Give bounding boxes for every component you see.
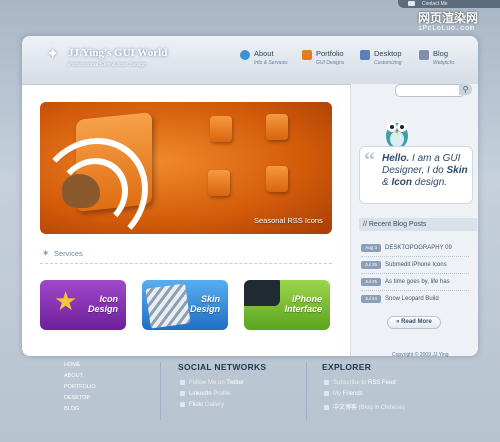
intro-speech-bubble: “ Hello. I am a GUI Designer, I do Skin …	[359, 146, 473, 204]
blog-post-item[interactable]: Jul 25 Submedit iPhone Icons	[361, 261, 447, 269]
social-link-twitter[interactable]: Follow Me on Twitter	[180, 380, 244, 386]
social-link-linkedin[interactable]: LinkedIn Profile	[180, 391, 230, 397]
nav-about-label: About	[254, 49, 274, 58]
star-ribbon-icon: ★	[54, 286, 78, 316]
watermark-text: 网页渲染网	[418, 11, 479, 25]
copyright-text: Copyright © 2009 JJ.Ying	[392, 352, 449, 358]
portfolio-icon	[302, 50, 312, 60]
rss-leaf-icon	[208, 170, 230, 196]
footer-nav-about[interactable]: ABOUT	[64, 373, 83, 379]
tile-skin-design-label: Skin Design	[189, 294, 220, 314]
social-link-flickr[interactable]: Flickr Gallery	[180, 402, 224, 408]
post-title: As time goes by, life has	[385, 279, 450, 285]
social-networks-heading: SOCIAL NETWORKS	[178, 362, 267, 372]
watermark-url: iPcLoLuo.com	[418, 25, 475, 33]
read-more-button[interactable]: » Read More	[387, 316, 441, 329]
post-divider	[361, 273, 469, 274]
mail-icon	[408, 1, 415, 6]
contact-label: Contact Me	[422, 1, 448, 7]
nav-blog-label: Blog	[433, 49, 449, 58]
tile-skin-design[interactable]: Skin Design	[142, 280, 228, 330]
recent-posts-heading: // Recent Blog Posts	[359, 218, 477, 231]
post-divider	[361, 256, 469, 257]
post-date-badge: Jul 25	[361, 278, 381, 286]
skin-layers-icon	[145, 283, 191, 329]
services-divider	[40, 263, 332, 264]
services-heading: Services	[54, 249, 83, 258]
logo-star-icon: ✦	[46, 46, 60, 63]
footer-nav-portfolio[interactable]: PORTFOLIO	[64, 384, 96, 390]
explorer-link-rss[interactable]: Subscribe to RSS Feed	[324, 380, 396, 386]
sidebar: ⚲ “ Hello. I am a GUI Designer, I do Ski…	[350, 84, 478, 356]
featured-banner[interactable]: Seasonal RSS Icons	[40, 102, 332, 234]
main-panel: ✦ JJ.Ying's GUI World Professional Skin …	[22, 36, 478, 356]
footer-nav-blog[interactable]: BLOG	[64, 406, 79, 412]
search-button[interactable]: ⚲	[459, 84, 472, 95]
post-title: Snow Leopard Build	[385, 296, 439, 302]
banner-caption: Seasonal RSS Icons	[254, 216, 323, 225]
site-title[interactable]: JJ.Ying's GUI World	[68, 47, 167, 59]
post-date-badge: Jul 25	[361, 261, 381, 269]
tile-iphone-interface[interactable]: iPhone Interface	[244, 280, 330, 330]
nav-desktop-label: Desktop	[374, 49, 402, 58]
contact-me-tab[interactable]: Contact Me	[398, 0, 500, 8]
footer-nav-home[interactable]: HOME	[64, 362, 81, 368]
squirrel-illustration	[62, 174, 100, 208]
post-title: DESKTOPOGRAPHY 09	[385, 245, 452, 251]
post-date-badge: Jul 24	[361, 295, 381, 303]
flickr-icon	[180, 402, 185, 407]
rss-autumn-icon	[210, 116, 232, 142]
blog-icon	[419, 50, 429, 60]
nav-about-sub: Info & Services	[254, 60, 288, 66]
blog-post-item[interactable]: Aug 3 DESKTOPOGRAPHY 09	[361, 244, 452, 252]
info-icon	[240, 50, 250, 60]
quote-mark-icon: “	[364, 147, 375, 172]
owl-mascot-icon	[386, 122, 408, 149]
explorer-link-chinese-blog[interactable]: 中文博客 (Blog in Chinese)	[324, 402, 405, 411]
footer-divider	[160, 362, 161, 420]
footer-nav-desktop[interactable]: DESKTOP	[64, 395, 90, 401]
explorer-heading: EXPLORER	[322, 362, 372, 372]
post-title: Submedit iPhone Icons	[385, 262, 447, 268]
rss-santa-icon	[266, 114, 288, 140]
nav-portfolio-sub: GUI Designs	[316, 60, 345, 66]
tile-icon-design[interactable]: ★ Icon Design	[40, 280, 126, 330]
site-subtitle: Professional Skin & Icon Design	[68, 62, 147, 68]
nav-desktop-sub: Customizing	[374, 60, 402, 66]
site-header: ✦ JJ.Ying's GUI World Professional Skin …	[22, 36, 478, 85]
footer-divider	[306, 362, 307, 420]
search-icon: ⚲	[462, 85, 469, 94]
intro-text: Hello. I am a GUI Designer, I do Skin & …	[382, 153, 468, 188]
blog-post-item[interactable]: Jul 25 As time goes by, life has	[361, 278, 450, 286]
friends-icon	[324, 391, 329, 396]
twitter-icon	[180, 380, 185, 385]
tile-icon-design-label: Icon Design	[87, 294, 118, 314]
post-date-badge: Aug 3	[361, 244, 381, 252]
desktop-icon	[360, 50, 370, 60]
post-divider	[361, 290, 469, 291]
rss-snowman-icon	[266, 166, 288, 192]
tile-iphone-interface-label: iPhone Interface	[284, 294, 322, 314]
services-star-icon: ✶	[42, 248, 50, 258]
explorer-link-friends[interactable]: My Friends	[324, 391, 363, 397]
blog-icon	[324, 404, 329, 410]
nav-blog-sub: Webpicks	[433, 60, 455, 66]
linkedin-icon	[180, 391, 185, 396]
search-input[interactable]	[395, 84, 465, 97]
nav-portfolio-label: Portfolio	[316, 49, 344, 58]
iphone-icon	[244, 280, 280, 306]
rss-icon	[324, 380, 329, 385]
blog-post-item[interactable]: Jul 24 Snow Leopard Build	[361, 295, 439, 303]
